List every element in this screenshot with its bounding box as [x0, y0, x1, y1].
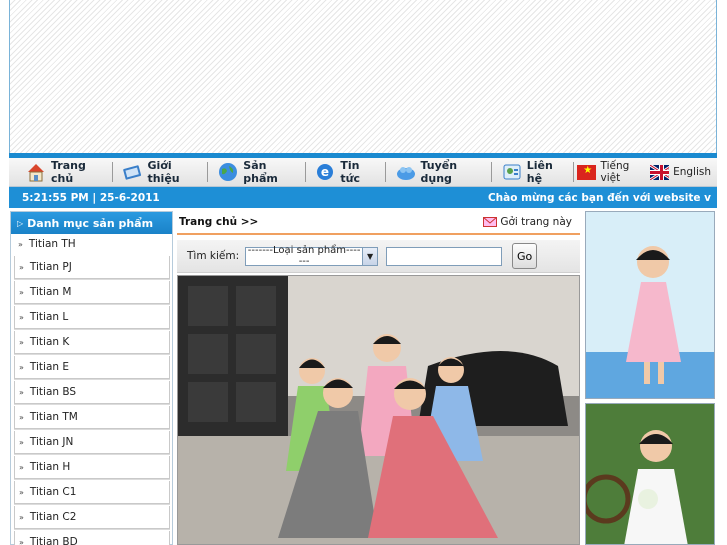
contact-card-icon: [501, 161, 523, 183]
nav-label: Tin tức: [340, 159, 361, 185]
sidebar-item-label: Titian L: [29, 311, 69, 323]
sidebar-item[interactable]: » Titian L: [14, 306, 170, 329]
main-content: Trang chủ >> Gởi trang này Tìm kiếm: ---…: [177, 211, 580, 545]
double-chevron-right-icon: »: [19, 362, 24, 372]
double-chevron-right-icon: »: [19, 512, 24, 522]
sidebar-item[interactable]: » Titian E: [14, 356, 170, 379]
sidebar-item[interactable]: » Titian PJ: [14, 256, 170, 279]
status-bar: 5:21:55 PM | 25-6-2011 Chào mừng các bạn…: [9, 187, 717, 208]
search-bar: Tìm kiếm: -------Loại sản phẩm------- ▼ …: [177, 240, 580, 273]
search-input[interactable]: [386, 246, 503, 266]
globe-icon: [217, 161, 239, 183]
sidebar-item-label: Titian TH: [28, 238, 76, 250]
sidebar-item-label: Titian K: [29, 336, 70, 348]
nav-label: Trang chủ: [51, 159, 86, 185]
main-nav: Trang chủ Giới thiệu Sản phẩm e Tin tức …: [9, 153, 717, 187]
send-page-link[interactable]: Gởi trang này: [483, 216, 572, 228]
nav-label: Giới thiệu: [147, 159, 180, 185]
sidebar-item[interactable]: » Titian BD: [14, 531, 170, 545]
book-icon: [121, 161, 143, 183]
browser-e-icon: e: [314, 161, 336, 183]
side-photo: [585, 403, 715, 545]
sidebar-item-label: Titian E: [29, 361, 70, 373]
nav-separator: [490, 162, 492, 182]
nav-item-home[interactable]: Trang chủ: [9, 158, 109, 186]
category-sidebar: ▷ Danh mục sản phẩm » Titian TH » Titian PJ…: [10, 211, 173, 545]
chevron-down-icon[interactable]: ▼: [362, 247, 378, 265]
sidebar-item-label: Titian JN: [29, 436, 74, 448]
sidebar-item[interactable]: » Titian TH: [14, 234, 170, 254]
double-chevron-right-icon: »: [19, 262, 24, 272]
lang-vi-link[interactable]: Tiếng việt: [600, 160, 643, 184]
lang-en-link[interactable]: English: [673, 166, 711, 178]
side-photos: [585, 211, 715, 545]
double-chevron-right-icon: »: [19, 487, 24, 497]
mail-icon: [483, 217, 498, 227]
double-chevron-right-icon: »: [19, 287, 24, 297]
sidebar-item[interactable]: » Titian C2: [14, 506, 170, 529]
nav-separator: [384, 162, 386, 182]
svg-text:e: e: [321, 165, 329, 179]
nav-separator: [304, 162, 306, 182]
double-chevron-right-icon: »: [19, 462, 24, 472]
nav-item-news[interactable]: e Tin tức: [308, 158, 381, 186]
uk-flag-icon[interactable]: [649, 164, 670, 180]
double-chevron-right-icon: »: [19, 337, 24, 347]
sidebar-title-text: Danh mục sản phẩm: [27, 216, 154, 230]
send-page-label: Gởi trang này: [500, 216, 572, 228]
sidebar-item[interactable]: » Titian C1: [14, 481, 170, 504]
double-chevron-right-icon: »: [18, 239, 23, 249]
sidebar-item[interactable]: » Titian H: [14, 456, 170, 479]
language-switcher: Tiếng việt English: [577, 160, 717, 184]
sidebar-item-label: Titian BD: [29, 536, 78, 545]
datetime: 5:21:55 PM | 25-6-2011: [22, 191, 160, 204]
welcome-marquee: Chào mừng các bạn đến với website v: [487, 191, 711, 204]
nav-label: Sản phẩm: [243, 159, 278, 185]
nav-separator: [573, 162, 575, 182]
nav-item-recruitment[interactable]: Tuyển dụng: [389, 158, 488, 186]
double-chevron-right-icon: »: [19, 387, 24, 397]
sidebar-item-label: Titian PJ: [29, 261, 72, 273]
sidebar-item-label: Titian BS: [29, 386, 77, 398]
select-value: -------Loại sản phẩm-------: [247, 245, 361, 267]
nav-item-contact[interactable]: Liên hệ: [495, 158, 571, 186]
nav-label: Liên hệ: [526, 159, 553, 185]
double-chevron-right-icon: »: [19, 537, 24, 545]
home-icon: [25, 161, 47, 183]
sidebar-item[interactable]: » Titian JN: [14, 431, 170, 454]
people-icon: [395, 161, 417, 183]
hero-image: [177, 275, 580, 545]
sidebar-item-label: Titian H: [29, 461, 71, 473]
double-chevron-right-icon: »: [19, 437, 24, 447]
category-select[interactable]: -------Loại sản phẩm------- ▼: [245, 245, 379, 267]
breadcrumb[interactable]: Trang chủ >>: [179, 216, 258, 228]
category-list: » Titian TH » Titian PJ » Titian M » Titian L » T…: [11, 234, 172, 545]
sidebar-item[interactable]: » Titian M: [14, 281, 170, 304]
sidebar-item-label: Titian M: [29, 286, 72, 298]
nav-label: Tuyển dụng: [420, 159, 458, 185]
sidebar-item[interactable]: » Titian K: [14, 331, 170, 354]
sidebar-item[interactable]: » Titian BS: [14, 381, 170, 404]
nav-separator: [207, 162, 209, 182]
sidebar-item-label: Titian TM: [29, 411, 78, 423]
search-label: Tìm kiếm:: [187, 250, 240, 262]
breadcrumb-row: Trang chủ >> Gởi trang này: [177, 211, 580, 235]
sidebar-item-label: Titian C2: [29, 511, 77, 523]
header-banner: [9, 0, 717, 153]
sidebar-title: ▷ Danh mục sản phẩm: [11, 212, 172, 234]
nav-item-about[interactable]: Giới thiệu: [115, 158, 204, 186]
double-chevron-right-icon: »: [19, 312, 24, 322]
nav-separator: [111, 162, 113, 182]
sidebar-item[interactable]: » Titian TM: [14, 406, 170, 429]
triangle-right-icon: ▷: [17, 218, 24, 228]
side-photo: [585, 211, 715, 399]
vietnam-flag-icon[interactable]: [577, 164, 597, 180]
nav-item-products[interactable]: Sản phẩm: [211, 158, 301, 186]
double-chevron-right-icon: »: [19, 412, 24, 422]
sidebar-item-label: Titian C1: [29, 486, 77, 498]
go-button[interactable]: Go: [512, 243, 538, 269]
